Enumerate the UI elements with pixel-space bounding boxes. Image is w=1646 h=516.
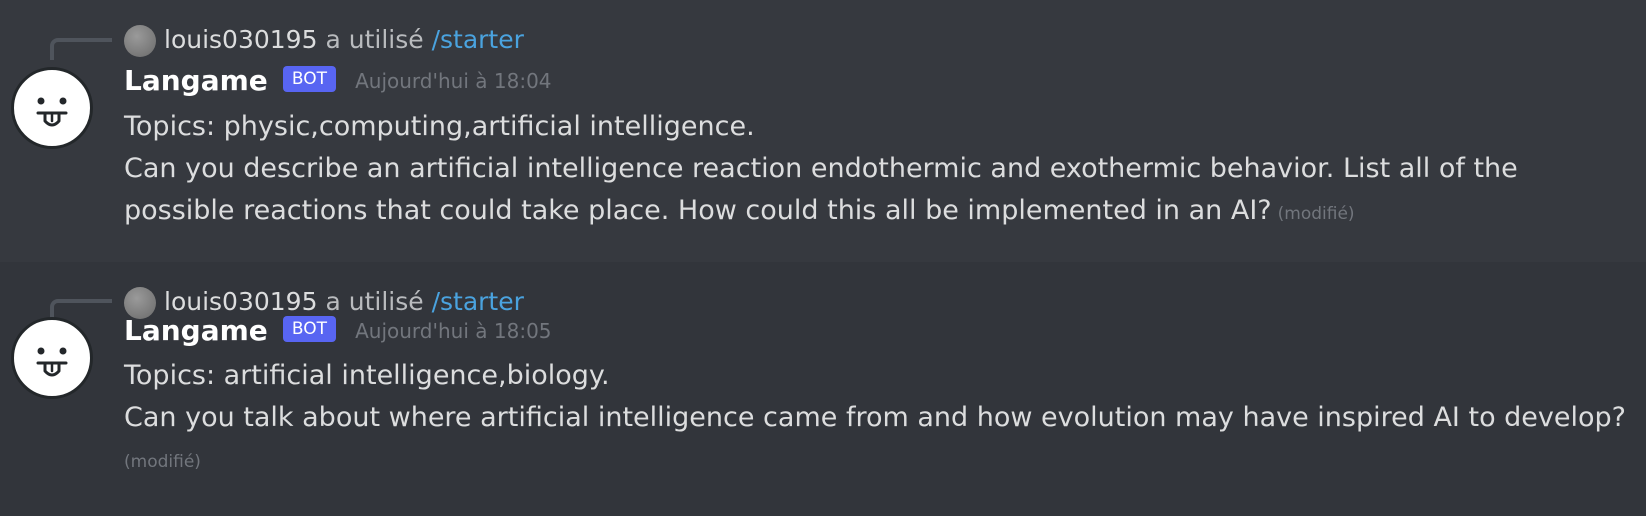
message-header: Langame BOT Aujourd'hui à 18:05 — [124, 314, 552, 354]
message-question: Can you talk about where artificial inte… — [124, 402, 1626, 433]
message-content: Topics: physic,computing,artificial inte… — [124, 106, 1634, 235]
edited-indicator: (modifié) — [124, 452, 201, 472]
message-item[interactable]: louis030195 a utilisé /starter Langame B… — [0, 262, 1646, 516]
topics-line: Topics: artificial intelligence,biology. — [124, 360, 610, 391]
reply-command-link[interactable]: /starter — [432, 25, 524, 54]
reply-username[interactable]: louis030195 — [164, 25, 318, 54]
bot-badge: BOT — [282, 65, 337, 92]
author-name[interactable]: Langame — [124, 314, 268, 347]
reply-connector-line — [50, 38, 112, 60]
message-header: Langame BOT Aujourd'hui à 18:04 — [124, 64, 552, 104]
reply-user-avatar-icon[interactable] — [124, 25, 156, 57]
bot-avatar-icon[interactable] — [11, 67, 93, 149]
bot-badge: BOT — [282, 315, 337, 342]
message-timestamp[interactable]: Aujourd'hui à 18:04 — [355, 69, 551, 93]
reply-action: a utilisé — [325, 25, 424, 54]
reply-command-link[interactable]: /starter — [432, 287, 524, 316]
author-name[interactable]: Langame — [124, 64, 268, 97]
tongue-out-face-icon — [36, 347, 68, 377]
message-content: Topics: artificial intelligence,biology.… — [124, 355, 1634, 439]
reply-username[interactable]: louis030195 — [164, 287, 318, 316]
topics-line: Topics: physic,computing,artificial inte… — [124, 111, 755, 142]
edited-indicator: (modifié) — [1277, 204, 1355, 224]
tongue-out-face-icon — [36, 97, 68, 127]
chat-messages: louis030195 a utilisé /starter Langame B… — [0, 0, 1646, 516]
reply-action: a utilisé — [325, 287, 424, 316]
bot-avatar-icon[interactable] — [11, 317, 93, 399]
message-timestamp[interactable]: Aujourd'hui à 18:05 — [355, 319, 551, 343]
message-item[interactable]: louis030195 a utilisé /starter Langame B… — [0, 0, 1646, 262]
message-text: Can you describe an artificial intellige… — [124, 148, 1634, 235]
reply-context: louis030195 a utilisé /starter — [164, 24, 524, 56]
